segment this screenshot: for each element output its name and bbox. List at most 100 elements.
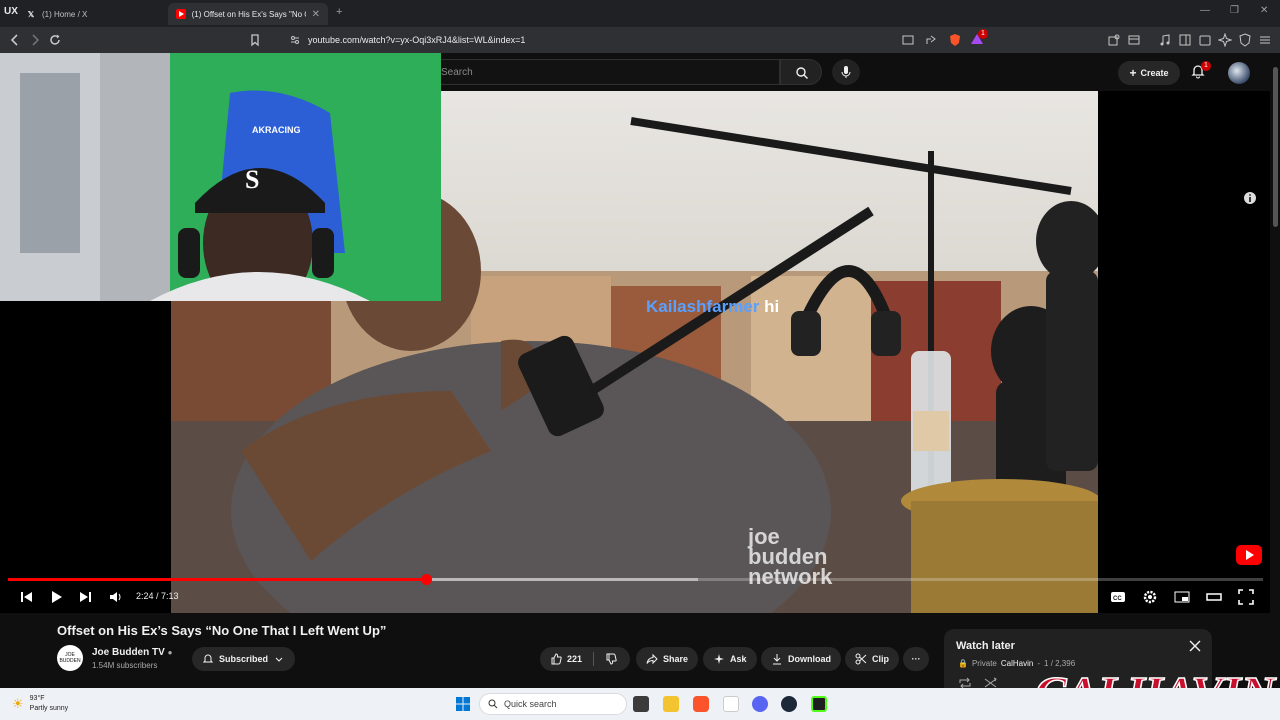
share-page-icon[interactable] xyxy=(924,33,938,47)
volume-icon[interactable] xyxy=(108,589,124,605)
create-label: Create xyxy=(1140,68,1169,78)
page-scrollbar[interactable] xyxy=(1270,53,1280,688)
search-icon xyxy=(796,67,808,79)
reload-icon[interactable] xyxy=(48,33,62,47)
more-actions-button[interactable]: ··· xyxy=(903,647,929,671)
discord-icon[interactable] xyxy=(752,696,768,712)
restore-icon[interactable]: ❐ xyxy=(1230,5,1239,16)
taskbar-search[interactable]: Quick search xyxy=(479,693,627,715)
info-button[interactable] xyxy=(1243,191,1257,205)
new-tab-button[interactable]: + xyxy=(336,6,342,18)
tab-home-x[interactable]: 𝕏 (1) Home / X xyxy=(18,3,168,25)
extension-badge: 1 xyxy=(978,29,988,39)
close-icon[interactable] xyxy=(1188,639,1202,653)
search-icon xyxy=(488,699,498,709)
streaming-app-icon[interactable] xyxy=(811,696,827,712)
download-button[interactable]: Download xyxy=(761,647,841,671)
webcam-scene: AKRACING S xyxy=(0,53,441,301)
music-icon[interactable] xyxy=(1158,33,1172,47)
tab-label: (1) Offset on His Ex's Says "No O xyxy=(191,9,306,19)
like-icon[interactable] xyxy=(550,653,562,665)
wallet-icon[interactable] xyxy=(1127,33,1141,47)
next-icon[interactable] xyxy=(78,589,94,605)
chat-text: hi xyxy=(764,297,780,316)
clip-label: Clip xyxy=(872,654,889,664)
leo-ai-icon[interactable] xyxy=(1218,33,1232,47)
share-button[interactable]: Share xyxy=(636,647,699,671)
notification-count: 1 xyxy=(1201,61,1211,71)
task-view-icon[interactable] xyxy=(633,696,649,712)
url-field[interactable]: youtube.com/watch?v=yx-Oqi3xRJ4&list=WL&… xyxy=(290,31,990,49)
captions-icon[interactable]: CC xyxy=(1110,589,1126,605)
clip-button[interactable]: Clip xyxy=(845,647,899,671)
lock-icon: 🔒 xyxy=(958,659,968,668)
wallet-app-icon[interactable] xyxy=(1198,33,1212,47)
youtube-icon xyxy=(1236,545,1262,565)
account-avatar[interactable] xyxy=(1228,62,1250,84)
back-icon[interactable] xyxy=(8,33,22,47)
video-title: Offset on His Ex’s Says “No One That I L… xyxy=(57,623,387,638)
subscriber-count: 1.54M subscribers xyxy=(92,661,158,670)
theater-mode-icon[interactable] xyxy=(1206,589,1222,605)
youtube-watermark-button[interactable] xyxy=(1236,545,1262,565)
notepad-icon[interactable] xyxy=(723,696,739,712)
close-tab-icon[interactable]: ✕ xyxy=(312,9,320,20)
streamer-webcam: AKRACING S xyxy=(0,53,441,301)
cap-logo-mark: S xyxy=(245,165,259,194)
like-divider xyxy=(593,652,595,666)
settings-gear-icon[interactable] xyxy=(1142,589,1158,605)
browser-tab-strip: UX 𝕏 (1) Home / X (1) Offset on His Ex's… xyxy=(0,0,1280,27)
vpn-icon[interactable] xyxy=(1238,33,1252,47)
site-info-icon[interactable] xyxy=(290,35,300,45)
ask-button[interactable]: Ask xyxy=(703,647,757,671)
ask-label: Ask xyxy=(730,654,747,664)
fullscreen-icon[interactable] xyxy=(1238,589,1254,605)
file-explorer-icon[interactable] xyxy=(663,696,679,712)
plus-icon: + xyxy=(1129,66,1137,80)
play-icon[interactable] xyxy=(48,589,64,605)
x-logo-icon: 𝕏 xyxy=(27,9,35,19)
create-button[interactable]: + Create xyxy=(1118,61,1180,85)
weather-widget[interactable]: ☀ 93°F Partly sunny xyxy=(12,694,68,714)
taskbar-search-placeholder: Quick search xyxy=(504,699,557,709)
scrubber-handle[interactable] xyxy=(420,574,432,585)
chevron-down-icon xyxy=(275,657,283,662)
video-progress-bar[interactable] xyxy=(8,574,1263,585)
scissors-icon xyxy=(855,653,867,665)
chat-overlay-message: Kailashfarmer hi xyxy=(646,297,779,317)
search-button[interactable] xyxy=(780,59,822,85)
extensions-icon[interactable] xyxy=(1107,33,1121,47)
channel-avatar-text: JOE BUDDEN xyxy=(59,652,81,664)
close-window-icon[interactable]: ✕ xyxy=(1260,5,1268,16)
sparkle-icon xyxy=(714,654,724,664)
youtube-icon xyxy=(176,9,186,19)
forward-icon[interactable] xyxy=(28,33,42,47)
steam-icon[interactable] xyxy=(781,696,797,712)
search-input[interactable]: Search xyxy=(430,59,780,85)
dislike-icon[interactable] xyxy=(605,653,617,665)
brave-browser-icon[interactable] xyxy=(693,696,709,712)
voice-search-button[interactable] xyxy=(832,59,860,85)
rewards-extension[interactable]: 1 xyxy=(970,29,988,48)
subscribed-label: Subscribed xyxy=(219,654,269,664)
previous-icon[interactable] xyxy=(18,589,34,605)
subscribed-button[interactable]: Subscribed xyxy=(192,647,296,671)
windows-start-icon[interactable] xyxy=(455,696,471,712)
temperature: 93°F xyxy=(29,695,45,702)
channel-avatar[interactable]: JOE BUDDEN xyxy=(57,645,83,671)
partly-sunny-icon: ☀ xyxy=(12,696,24,711)
minimize-icon[interactable]: — xyxy=(1200,5,1210,16)
brave-shield-icon[interactable] xyxy=(948,33,962,47)
cast-icon[interactable] xyxy=(901,33,915,47)
playlist-title[interactable]: Watch later xyxy=(956,640,1015,652)
scrollbar-thumb[interactable] xyxy=(1273,67,1278,227)
miniplayer-icon[interactable] xyxy=(1174,589,1190,605)
sidebar-icon[interactable] xyxy=(1178,33,1192,47)
channel-name[interactable]: Joe Budden TV ● xyxy=(92,647,172,658)
microphone-icon xyxy=(841,66,851,78)
bookmark-icon[interactable] xyxy=(248,33,262,47)
tab-youtube-video[interactable]: (1) Offset on His Ex's Says "No O ✕ xyxy=(168,3,328,25)
like-count[interactable]: 221 xyxy=(567,654,582,664)
menu-icon[interactable] xyxy=(1258,33,1272,47)
notifications-button[interactable]: 1 xyxy=(1190,61,1211,83)
